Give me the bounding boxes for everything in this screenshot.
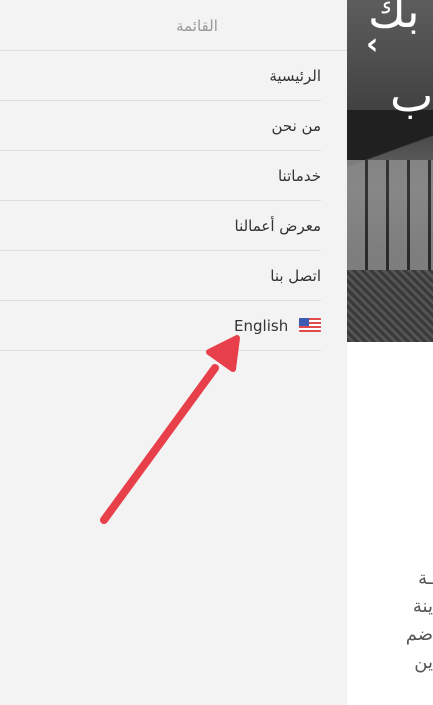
hero-image bbox=[347, 0, 433, 342]
menu-item-home[interactable]: الرئيسية bbox=[0, 51, 321, 101]
menu-item-label: من نحن bbox=[271, 117, 322, 135]
menu-item-label: الرئيسية bbox=[269, 67, 321, 85]
menu-item-language-english[interactable]: English bbox=[0, 301, 321, 351]
menu-item-about[interactable]: من نحن bbox=[0, 101, 321, 151]
hero-heading-fragment-2: ب bbox=[390, 68, 433, 122]
language-label: English bbox=[234, 317, 289, 335]
menu-item-contact[interactable]: اتصل بنا bbox=[0, 251, 321, 301]
menu-item-services[interactable]: خدماتنا bbox=[0, 151, 321, 201]
menu-item-label: اتصل بنا bbox=[270, 267, 321, 285]
chevron-left-icon[interactable]: ‹ bbox=[366, 30, 386, 60]
drawer-menu: الرئيسية من نحن خدماتنا معرض أعمالنا اتص… bbox=[0, 51, 347, 351]
menu-item-label: خدماتنا bbox=[277, 167, 321, 185]
navigation-drawer: القائمة الرئيسية من نحن خدماتنا معرض أعم… bbox=[0, 0, 347, 705]
menu-item-label: معرض أعمالنا bbox=[234, 217, 321, 235]
body-paragraph: ـة ينة ضم ين bbox=[405, 568, 433, 673]
drawer-title: القائمة bbox=[0, 0, 347, 51]
us-flag-icon bbox=[299, 317, 321, 332]
menu-item-portfolio[interactable]: معرض أعمالنا bbox=[0, 201, 321, 251]
